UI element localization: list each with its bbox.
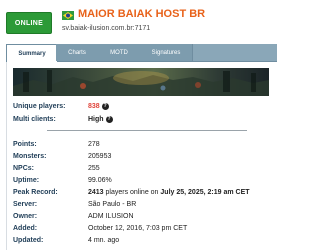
- monsters-value: 205953: [88, 153, 112, 160]
- brazil-flag-icon: [62, 11, 74, 20]
- unique-players-label: Unique players:: [13, 103, 66, 110]
- added-value: October 12, 2016, 7:03 pm CET: [88, 225, 188, 232]
- npcs-value: 255: [88, 165, 100, 172]
- updated-label: Updated:: [13, 237, 44, 244]
- tab-charts[interactable]: Charts: [56, 44, 99, 61]
- server-header: ONLINE MAIOR BAIAK HOST BR sv.baiak-ilus…: [0, 0, 277, 40]
- server-name[interactable]: MAIOR BAIAK HOST BR: [78, 8, 205, 20]
- help-icon[interactable]: ?: [101, 103, 109, 110]
- points-value: 278: [88, 141, 100, 148]
- peak-record-text: players online on: [103, 189, 161, 196]
- peak-record-number: 2413: [88, 189, 104, 196]
- status-badge: ONLINE: [6, 12, 52, 34]
- peak-record-label: Peak Record:: [13, 189, 58, 196]
- multi-clients-value: High: [88, 116, 104, 123]
- server-location-value: São Paulo - BR: [88, 201, 137, 208]
- server-location-label: Server:: [13, 201, 38, 208]
- owner-label: Owner:: [13, 213, 38, 220]
- added-label: Added:: [13, 225, 38, 232]
- divider: [47, 130, 247, 131]
- peak-record-date: July 25, 2025, 2:19 am CET: [160, 189, 250, 196]
- summary-panel: Unique players: 838 ? Multi clients: Hig…: [6, 62, 278, 250]
- npcs-label: NPCs:: [13, 165, 35, 172]
- unique-players-value: 838: [88, 103, 100, 110]
- tab-summary[interactable]: Summary: [6, 44, 58, 62]
- help-icon[interactable]: ?: [105, 116, 113, 123]
- server-banner-image: [13, 68, 269, 96]
- points-label: Points:: [13, 141, 37, 148]
- uptime-value: 99.06%: [88, 177, 112, 184]
- peak-record-value: 2413 players online on July 25, 2025, 2:…: [88, 189, 250, 196]
- uptime-label: Uptime:: [13, 177, 40, 184]
- tab-signatures[interactable]: Signatures: [140, 44, 193, 61]
- multi-clients-label: Multi clients:: [13, 116, 56, 123]
- tab-bar: Summary Charts MOTD Signatures: [6, 44, 277, 62]
- monsters-label: Monsters:: [13, 153, 47, 160]
- tab-motd[interactable]: MOTD: [98, 44, 141, 61]
- updated-value: 4 mn. ago: [88, 237, 120, 244]
- owner-value: ADM ILUSION: [88, 213, 134, 220]
- server-host: sv.baiak-ilusion.com.br:7171: [62, 25, 151, 32]
